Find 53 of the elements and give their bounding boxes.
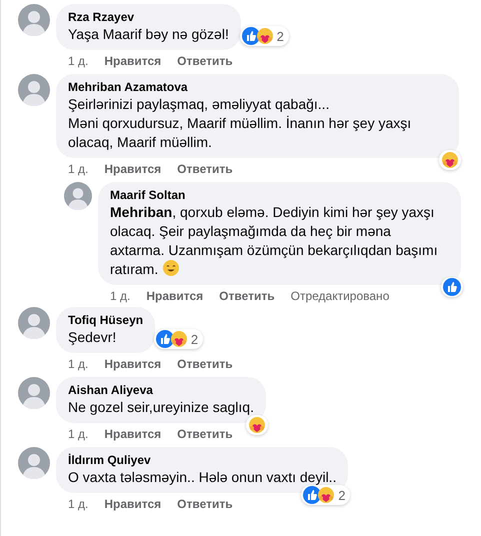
avatar[interactable] <box>18 447 50 479</box>
comment-text: Şedevr! <box>68 328 118 347</box>
comment-text: Ne gozel seir,ureyinize saglıq. <box>68 398 254 417</box>
hugging-face-icon <box>317 486 336 504</box>
edited-label: Отредактировано <box>290 289 390 303</box>
thumbs-up-icon <box>443 278 461 296</box>
avatar[interactable] <box>18 377 50 409</box>
reply-link[interactable]: Ответить <box>177 162 233 176</box>
like-link[interactable]: Нравится <box>146 289 204 303</box>
timestamp[interactable]: 1 д. <box>68 497 88 511</box>
reply-link[interactable]: Ответить <box>177 54 233 68</box>
like-link[interactable]: Нравится <box>104 497 162 511</box>
like-link[interactable]: Нравится <box>104 357 162 371</box>
thumbs-up-icon <box>242 27 260 45</box>
reaction-summary[interactable] <box>439 150 461 170</box>
hugging-face-icon <box>441 151 459 169</box>
timestamp[interactable]: 1 д. <box>68 357 88 371</box>
comment-text: Yaşa Maarif bəy nə gözəl! <box>68 25 229 44</box>
comment-text: Şeirlərinizi paylaşmaq, əməliyyat qabağı... Məni qorxudursuz, Maarif müəllim. İnanın hər şey yaxşı olacaq, Maarif müəllim. <box>68 95 412 152</box>
reaction-summary[interactable] <box>441 277 463 297</box>
author-name[interactable]: Rza Rzayev <box>68 10 229 24</box>
hugging-face-icon <box>248 416 266 434</box>
avatar[interactable] <box>18 4 50 36</box>
hugging-face-icon <box>256 27 274 45</box>
like-link[interactable]: Нравится <box>104 162 162 176</box>
thumbs-up-icon <box>303 486 322 504</box>
timestamp[interactable]: 1 д. <box>68 54 88 68</box>
author-name[interactable]: İldırım Quliyev <box>68 453 336 467</box>
thumbs-up-icon <box>156 330 174 348</box>
avatar[interactable] <box>64 182 92 210</box>
like-link[interactable]: Нравится <box>104 427 162 441</box>
avatar[interactable] <box>18 74 50 106</box>
comment-text: Mehriban, qorxub eləmə. Dediyin kimi hər şey yaxşı olacaq. Şeir paylaşmağımda da heç bir məna axtarma. Uzanmışam özümçün bekarçılıqdan başımı ratıram. <box>110 203 439 279</box>
timestamp[interactable]: 1 д. <box>110 289 130 303</box>
reaction-summary[interactable]: 2 <box>154 329 204 349</box>
timestamp[interactable]: 1 д. <box>68 427 88 441</box>
author-name[interactable]: Aishan Aliyeva <box>68 383 254 397</box>
author-name[interactable]: Tofiq Hüseyn <box>68 313 144 327</box>
hugging-face-icon <box>170 330 188 348</box>
avatar[interactable] <box>18 307 50 339</box>
author-name[interactable]: Mehriban Azamatova <box>68 80 447 94</box>
reaction-summary[interactable]: 2 <box>240 26 289 46</box>
reply-link[interactable]: Ответить <box>219 289 275 303</box>
reaction-summary[interactable]: 2 <box>301 485 350 505</box>
author-name[interactable]: Maarif Soltan <box>110 188 449 202</box>
reply-link[interactable]: Ответить <box>177 357 233 371</box>
reply-link[interactable]: Ответить <box>177 427 233 441</box>
reaction-summary[interactable] <box>246 415 268 435</box>
comment-text: O vaxta tələsməyin.. Hələ onun vaxtı deyil.. <box>68 468 336 487</box>
like-link[interactable]: Нравится <box>104 54 162 68</box>
smile-icon <box>163 260 180 276</box>
reply-link[interactable]: Ответить <box>177 497 233 511</box>
timestamp[interactable]: 1 д. <box>68 162 88 176</box>
